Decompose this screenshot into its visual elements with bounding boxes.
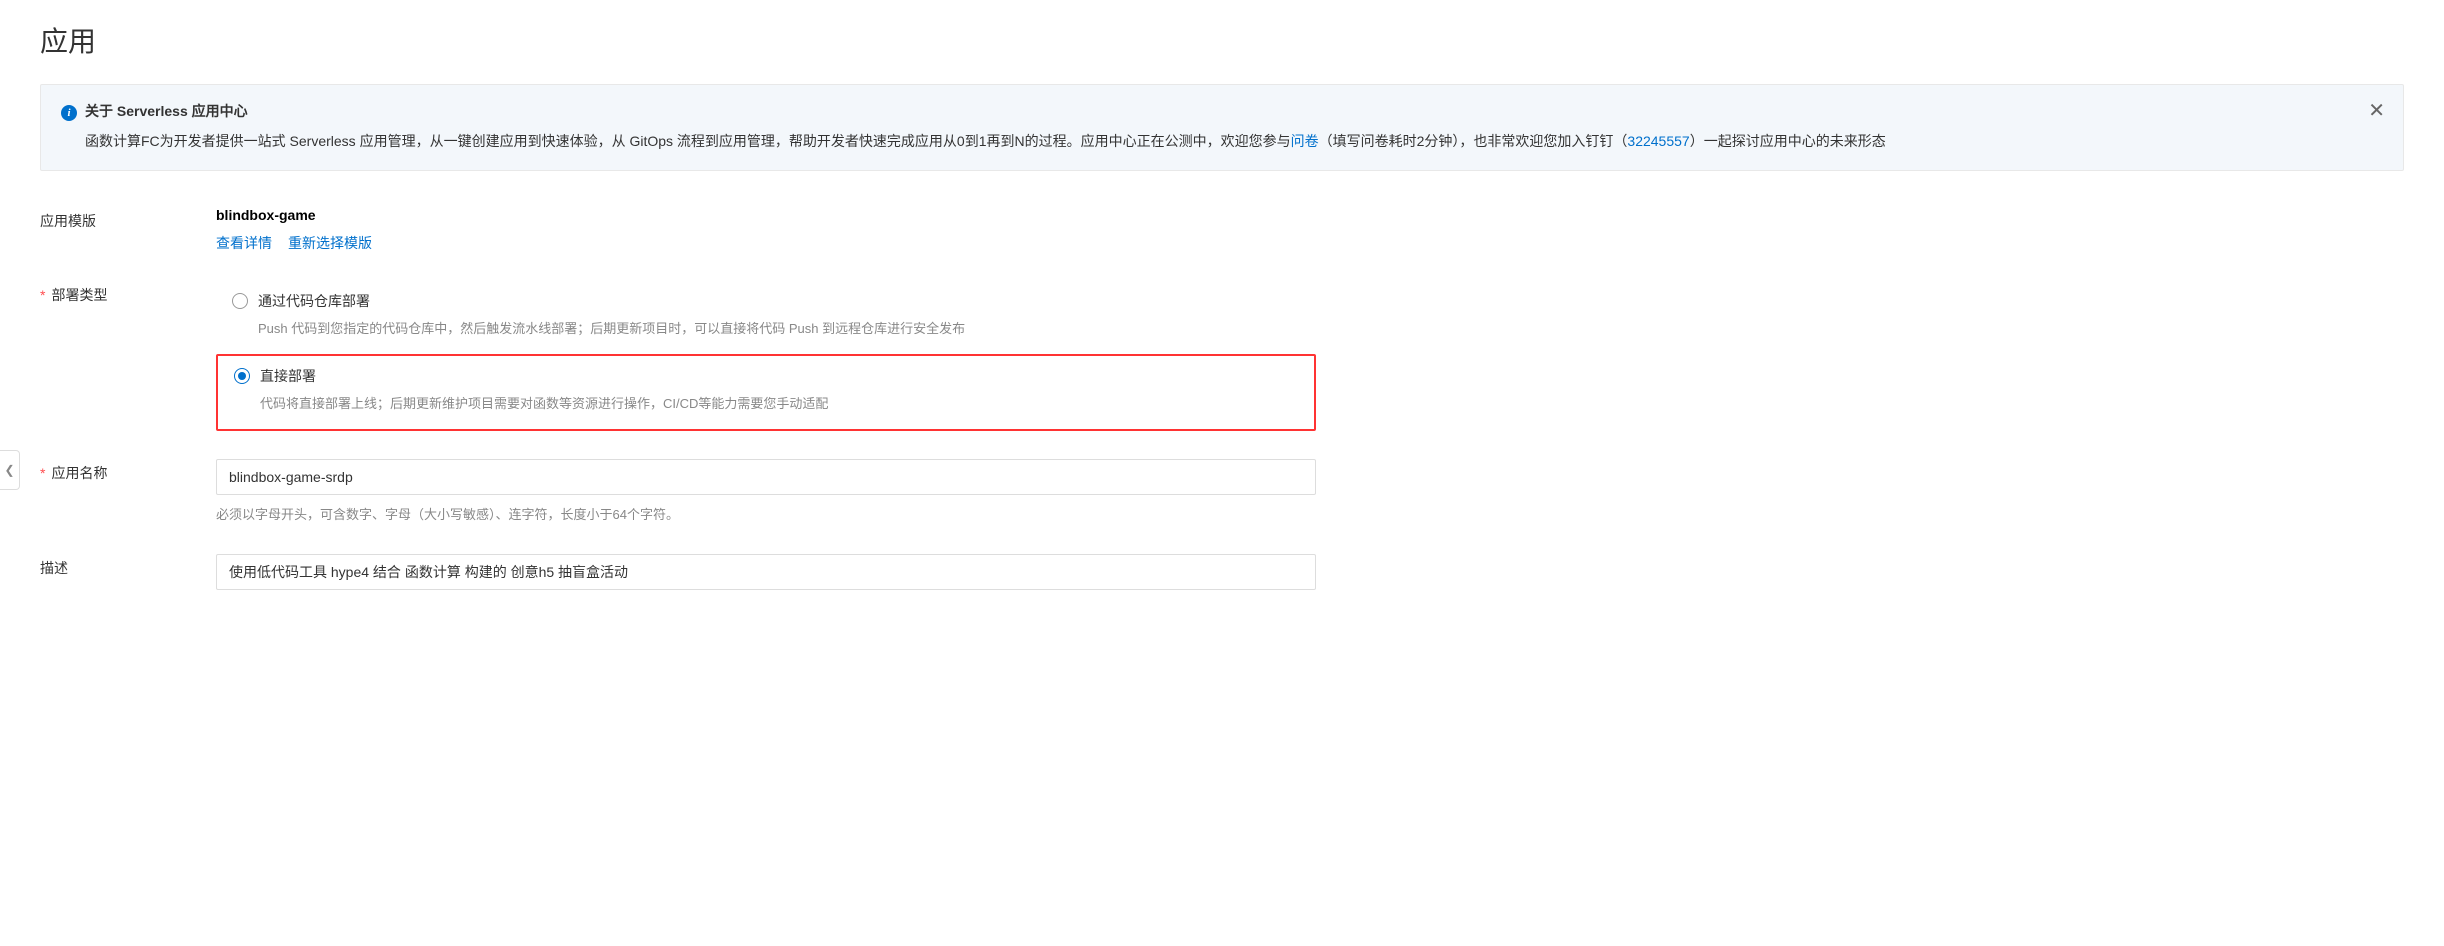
- deploy-option-repo-label: 通过代码仓库部署: [258, 291, 370, 311]
- close-banner-button[interactable]: ✕: [2364, 97, 2389, 125]
- view-details-link[interactable]: 查看详情: [216, 233, 272, 253]
- banner-text-3: ）一起探讨应用中心的未来形态: [1690, 133, 1886, 149]
- deploy-option-repo[interactable]: 通过代码仓库部署 Push 代码到您指定的代码仓库中，然后触发流水线部署；后期更…: [216, 281, 1316, 354]
- deploy-option-direct[interactable]: 直接部署 代码将直接部署上线；后期更新维护项目需要对函数等资源进行操作，CI/C…: [216, 354, 1316, 431]
- dingtalk-link[interactable]: 32245557: [1627, 133, 1689, 149]
- radio-icon: [232, 293, 248, 309]
- radio-icon: [234, 368, 250, 384]
- reselect-template-link[interactable]: 重新选择模版: [288, 233, 372, 253]
- template-name: blindbox-game: [216, 207, 1316, 223]
- deploy-type-label: *部署类型: [40, 281, 216, 305]
- survey-link[interactable]: 问卷: [1291, 133, 1319, 149]
- banner-body: 函数计算FC为开发者提供一站式 Serverless 应用管理，从一键创建应用到…: [85, 129, 2343, 154]
- banner-title: 关于 Serverless 应用中心: [85, 101, 2343, 121]
- deploy-option-direct-label: 直接部署: [260, 366, 316, 386]
- description-input[interactable]: [216, 554, 1316, 590]
- info-icon: i: [61, 105, 77, 121]
- app-name-label: *应用名称: [40, 459, 216, 483]
- page-title: 应用: [40, 20, 2404, 60]
- deploy-option-direct-desc: 代码将直接部署上线；后期更新维护项目需要对函数等资源进行操作，CI/CD等能力需…: [260, 394, 1298, 415]
- app-name-hint: 必须以字母开头，可含数字、字母（大小写敏感）、连字符，长度小于64个字符。: [216, 505, 1316, 526]
- template-label: 应用模版: [40, 207, 216, 231]
- banner-text-2: （填写问卷耗时2分钟），也非常欢迎您加入钉钉（: [1319, 133, 1628, 149]
- description-label: 描述: [40, 554, 216, 578]
- app-name-input[interactable]: [216, 459, 1316, 495]
- deploy-type-radio-group: 通过代码仓库部署 Push 代码到您指定的代码仓库中，然后触发流水线部署；后期更…: [216, 281, 1316, 431]
- sidebar-collapse-toggle[interactable]: ❮: [0, 450, 20, 490]
- info-banner: i 关于 Serverless 应用中心 函数计算FC为开发者提供一站式 Ser…: [40, 84, 2404, 171]
- deploy-option-repo-desc: Push 代码到您指定的代码仓库中，然后触发流水线部署；后期更新项目时，可以直接…: [258, 319, 1300, 340]
- banner-text-1: 函数计算FC为开发者提供一站式 Serverless 应用管理，从一键创建应用到…: [85, 133, 1291, 149]
